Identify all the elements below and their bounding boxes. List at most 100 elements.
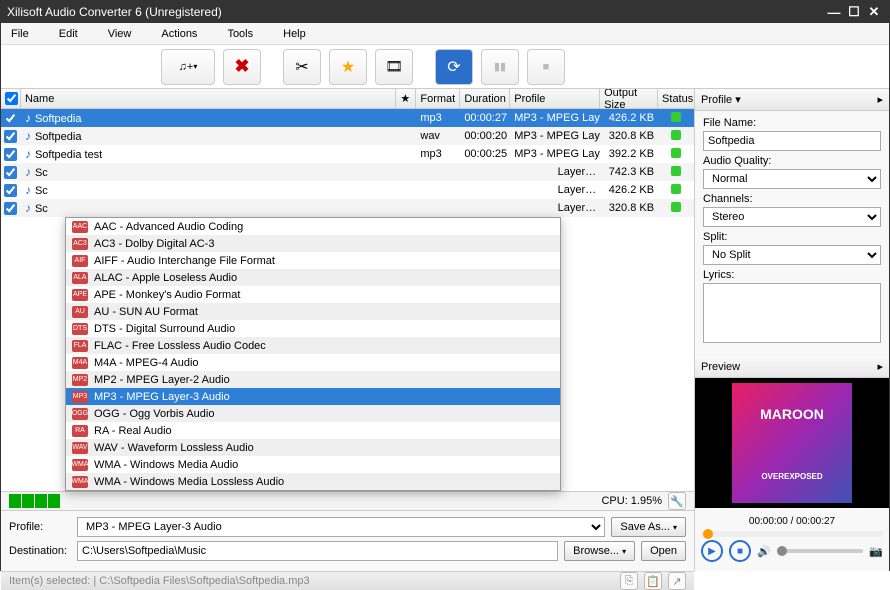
close-icon[interactable]: ✕ (865, 5, 883, 19)
action2-icon[interactable]: 📋 (644, 572, 662, 590)
menu-file[interactable]: File (11, 28, 29, 40)
menu-actions[interactable]: Actions (161, 28, 197, 40)
dropdown-item[interactable]: OGGOGG - Ogg Vorbis Audio (66, 405, 560, 422)
convert-button[interactable]: ⟳ (435, 49, 473, 85)
destination-input[interactable] (77, 541, 558, 561)
dropdown-item[interactable]: MP3MP3 - MPEG Layer-3 Audio (66, 388, 560, 405)
dropdown-item[interactable]: AIFAIFF - Audio Interchange File Format (66, 252, 560, 269)
row-checkbox[interactable] (4, 148, 17, 161)
table-row[interactable]: ♪Softpedia testmp300:00:25MP3 - MPEG Lay… (1, 145, 694, 163)
music-icon: ♪ (25, 201, 31, 215)
volume-icon[interactable]: 🔊 (757, 545, 771, 558)
col-output-size[interactable]: Output Size (600, 89, 658, 109)
profile-dropdown-list[interactable]: AACAAC - Advanced Audio CodingAC3AC3 - D… (65, 217, 561, 491)
row-checkbox[interactable] (4, 112, 17, 125)
row-checkbox[interactable] (4, 202, 17, 215)
dropdown-item[interactable]: WAVWAV - Waveform Lossless Audio (66, 439, 560, 456)
minimize-icon[interactable]: — (825, 5, 843, 19)
music-plus-icon: ♫+ (179, 61, 194, 73)
dropdown-item[interactable]: DTSDTS - Digital Surround Audio (66, 320, 560, 337)
add-file-button[interactable]: ♫+ ▾ (161, 49, 215, 85)
menu-tools[interactable]: Tools (227, 28, 253, 40)
clip-button[interactable]: 🎞 (375, 49, 413, 85)
stop-button[interactable]: ■ (527, 49, 565, 85)
menu-edit[interactable]: Edit (59, 28, 78, 40)
split-select[interactable]: No Split (703, 245, 881, 265)
preview-seek-bar[interactable] (701, 531, 883, 537)
x-icon: ✖ (234, 56, 249, 77)
cpu-usage: CPU: 1.95% (601, 495, 662, 507)
expand-icon[interactable]: ▸ (877, 360, 883, 373)
row-checkbox[interactable] (4, 184, 17, 197)
action1-icon[interactable]: ⎘ (620, 572, 638, 590)
channels-label: Channels: (703, 193, 881, 205)
menubar: File Edit View Actions Tools Help (1, 23, 889, 45)
format-icon: OGG (72, 408, 88, 420)
col-star[interactable]: ★ (396, 89, 416, 109)
delete-button[interactable]: ✖ (223, 49, 261, 85)
select-all-checkbox[interactable] (5, 92, 18, 105)
dropdown-item[interactable]: AU AU - SUN AU Format (66, 303, 560, 320)
format-icon: AU (72, 306, 88, 318)
format-icon: MP2 (72, 374, 88, 386)
action3-icon[interactable]: ↗ (668, 572, 686, 590)
col-name[interactable]: Name (21, 89, 396, 109)
statusbar: Item(s) selected: | C:\Softpedia Files\S… (1, 571, 694, 590)
dropdown-item[interactable]: AC3AC3 - Dolby Digital AC-3 (66, 235, 560, 252)
menu-help[interactable]: Help (283, 28, 306, 40)
row-checkbox[interactable] (4, 130, 17, 143)
cut-button[interactable]: ✂ (283, 49, 321, 85)
lyrics-textarea[interactable] (703, 283, 881, 343)
star-icon: ★ (341, 57, 355, 77)
format-icon: AAC (72, 221, 88, 233)
channels-select[interactable]: Stereo (703, 207, 881, 227)
music-icon: ♪ (25, 147, 31, 161)
menu-view[interactable]: View (108, 28, 132, 40)
dropdown-item[interactable]: WMAWMA - Windows Media Audio (66, 456, 560, 473)
format-icon: WMA (72, 476, 88, 488)
pause-button[interactable]: ▮▮ (481, 49, 519, 85)
save-as-button[interactable]: Save As... ▾ (611, 517, 686, 537)
table-row[interactable]: ♪ScLayer…320.8 KB (1, 199, 694, 217)
format-icon: FLA (72, 340, 88, 352)
row-checkbox[interactable] (4, 166, 17, 179)
col-format[interactable]: Format (416, 89, 460, 109)
profile-panel-header[interactable]: Profile ▾ ▸ (695, 89, 889, 111)
audio-quality-select[interactable]: Normal (703, 169, 881, 189)
status-dot (671, 184, 681, 194)
file-name-input[interactable] (703, 131, 881, 151)
effects-button[interactable]: ★ (329, 49, 367, 85)
play-button[interactable]: ▶ (701, 540, 723, 562)
dropdown-item[interactable]: ALAALAC - Apple Loseless Audio (66, 269, 560, 286)
dropdown-item[interactable]: MP2MP2 - MPEG Layer-2 Audio (66, 371, 560, 388)
table-row[interactable]: ♪Softpediawav00:00:20MP3 - MPEG Layer…32… (1, 127, 694, 145)
snapshot-icon[interactable]: 📷 (869, 545, 883, 558)
dropdown-item[interactable]: APEAPE - Monkey's Audio Format (66, 286, 560, 303)
dropdown-item[interactable]: RA RA - Real Audio (66, 422, 560, 439)
preview-stop-button[interactable]: ■ (729, 540, 751, 562)
settings-icon[interactable]: 🔧 (668, 492, 686, 510)
volume-slider[interactable] (777, 549, 864, 553)
titlebar: Xilisoft Audio Converter 6 (Unregistered… (1, 1, 889, 23)
preview-panel-header[interactable]: Preview ▸ (695, 356, 889, 378)
dropdown-item[interactable]: FLAFLAC - Free Lossless Audio Codec (66, 337, 560, 354)
table-row[interactable]: ♪Softpediamp300:00:27MP3 - MPEG Layer…42… (1, 109, 694, 127)
col-duration[interactable]: Duration (460, 89, 510, 109)
music-icon: ♪ (25, 129, 31, 143)
maximize-icon[interactable]: ☐ (845, 5, 863, 19)
audio-quality-label: Audio Quality: (703, 155, 881, 167)
col-status[interactable]: Status (658, 89, 694, 109)
dropdown-item[interactable]: M4AM4A - MPEG-4 Audio (66, 354, 560, 371)
open-button[interactable]: Open (641, 541, 686, 561)
col-profile[interactable]: Profile (510, 89, 600, 109)
dropdown-item[interactable]: AACAAC - Advanced Audio Coding (66, 218, 560, 235)
dropdown-item[interactable]: WMAWMA - Windows Media Lossless Audio (66, 473, 560, 490)
window-title: Xilisoft Audio Converter 6 (Unregistered… (7, 5, 823, 19)
progress-bar-area: CPU: 1.95% 🔧 (1, 491, 694, 510)
browse-button[interactable]: Browse... ▾ (564, 541, 635, 561)
profile-select[interactable]: MP3 - MPEG Layer-3 Audio (77, 517, 605, 537)
table-row[interactable]: ♪ScLayer…426.2 KB (1, 181, 694, 199)
table-row[interactable]: ♪ScLayer…742.3 KB (1, 163, 694, 181)
expand-icon[interactable]: ▸ (877, 93, 883, 106)
stop-icon: ■ (543, 61, 550, 73)
